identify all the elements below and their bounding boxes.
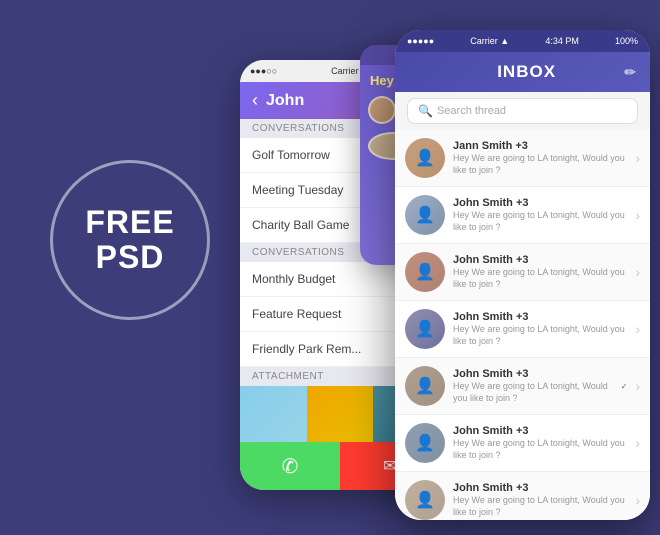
free-psd-badge: FREE PSD — [50, 160, 210, 320]
search-placeholder: Search thread — [437, 105, 506, 117]
inbox-content-2: John Smith +3 Hey We are going to LA ton… — [453, 254, 627, 290]
avatar-1: 👤 — [405, 195, 445, 235]
arrow-3: › — [635, 321, 640, 337]
carrier-1: Carrier — [331, 66, 359, 76]
inbox-content-3: John Smith +3 Hey We are going to LA ton… — [453, 311, 627, 347]
overlay-avatar-1 — [368, 96, 396, 124]
search-bar: 🔍 Search thread — [395, 92, 650, 130]
psd-label: PSD — [96, 240, 165, 275]
inbox-preview-0: Hey We are going to LA tonight, Would yo… — [453, 153, 627, 176]
inbox-name-1: John Smith +3 — [453, 197, 627, 209]
contact-name: John — [266, 92, 304, 110]
search-icon: 🔍 — [418, 104, 433, 118]
inbox-item-6[interactable]: 👤 John Smith +3 Hey We are going to LA t… — [395, 472, 650, 520]
carrier-2: Carrier ▲ — [470, 36, 509, 46]
inbox-header: INBOX ✏ — [395, 52, 650, 92]
inbox-item-3[interactable]: 👤 John Smith +3 Hey We are going to LA t… — [395, 301, 650, 358]
avatar-0: 👤 — [405, 138, 445, 178]
attachment-1 — [240, 386, 307, 446]
inbox-name-5: John Smith +3 — [453, 425, 627, 437]
battery-2: 100% — [615, 36, 638, 46]
inbox-content-1: John Smith +3 Hey We are going to LA ton… — [453, 197, 627, 233]
inbox-content-5: John Smith +3 Hey We are going to LA ton… — [453, 425, 627, 461]
inbox-preview-3: Hey We are going to LA tonight, Would yo… — [453, 324, 627, 347]
call-button[interactable]: ✆ — [240, 442, 340, 490]
time-2: 4:34 PM — [545, 36, 579, 46]
avatar-3: 👤 — [405, 309, 445, 349]
arrow-2: › — [635, 264, 640, 280]
arrow-4: › — [635, 378, 640, 394]
search-input[interactable]: 🔍 Search thread — [407, 98, 638, 124]
inbox-name-0: Jann Smith +3 — [453, 140, 627, 152]
inbox-item-4[interactable]: 👤 John Smith +3 Hey We are going to LA t… — [395, 358, 650, 415]
inbox-name-4: John Smith +3 — [453, 368, 611, 380]
signal-dots: ●●●○○ — [250, 66, 277, 76]
verified-4: ✓ — [621, 382, 628, 391]
avatar-5: 👤 — [405, 423, 445, 463]
avatar-6: 👤 — [405, 480, 445, 520]
back-arrow[interactable]: ‹ — [252, 90, 258, 111]
phone-inbox: ●●●●● Carrier ▲ 4:34 PM 100% INBOX ✏ 🔍 S… — [395, 30, 650, 520]
free-label: FREE — [85, 205, 174, 240]
inbox-name-6: John Smith +3 — [453, 482, 627, 494]
inbox-preview-2: Hey We are going to LA tonight, Would yo… — [453, 267, 627, 290]
inbox-item-5[interactable]: 👤 John Smith +3 Hey We are going to LA t… — [395, 415, 650, 472]
inbox-content-4: John Smith +3 Hey We are going to LA ton… — [453, 368, 611, 404]
inbox-title: INBOX — [429, 62, 624, 82]
arrow-0: › — [635, 150, 640, 166]
inbox-preview-6: Hey We are going to LA tonight, Would yo… — [453, 495, 627, 518]
inbox-preview-4: Hey We are going to LA tonight, Would yo… — [453, 381, 611, 404]
inbox-name-2: John Smith +3 — [453, 254, 627, 266]
inbox-content-6: John Smith +3 Hey We are going to LA ton… — [453, 482, 627, 518]
inbox-item-1[interactable]: 👤 John Smith +3 Hey We are going to LA t… — [395, 187, 650, 244]
inbox-preview-1: Hey We are going to LA tonight, Would yo… — [453, 210, 627, 233]
avatar-2: 👤 — [405, 252, 445, 292]
call-icon: ✆ — [282, 454, 299, 479]
inbox-name-3: John Smith +3 — [453, 311, 627, 323]
inbox-content-0: Jann Smith +3 Hey We are going to LA ton… — [453, 140, 627, 176]
inbox-preview-5: Hey We are going to LA tonight, Would yo… — [453, 438, 627, 461]
signal-dots-2: ●●●●● — [407, 36, 434, 46]
arrow-6: › — [635, 492, 640, 508]
inbox-item-0[interactable]: 👤 Jann Smith +3 Hey We are going to LA t… — [395, 130, 650, 187]
attachment-2 — [307, 386, 374, 446]
status-bar-2: ●●●●● Carrier ▲ 4:34 PM 100% — [395, 30, 650, 52]
arrow-1: › — [635, 207, 640, 223]
avatar-4: 👤 — [405, 366, 445, 406]
edit-icon[interactable]: ✏ — [624, 64, 636, 81]
inbox-item-2[interactable]: 👤 John Smith +3 Hey We are going to LA t… — [395, 244, 650, 301]
arrow-5: › — [635, 435, 640, 451]
